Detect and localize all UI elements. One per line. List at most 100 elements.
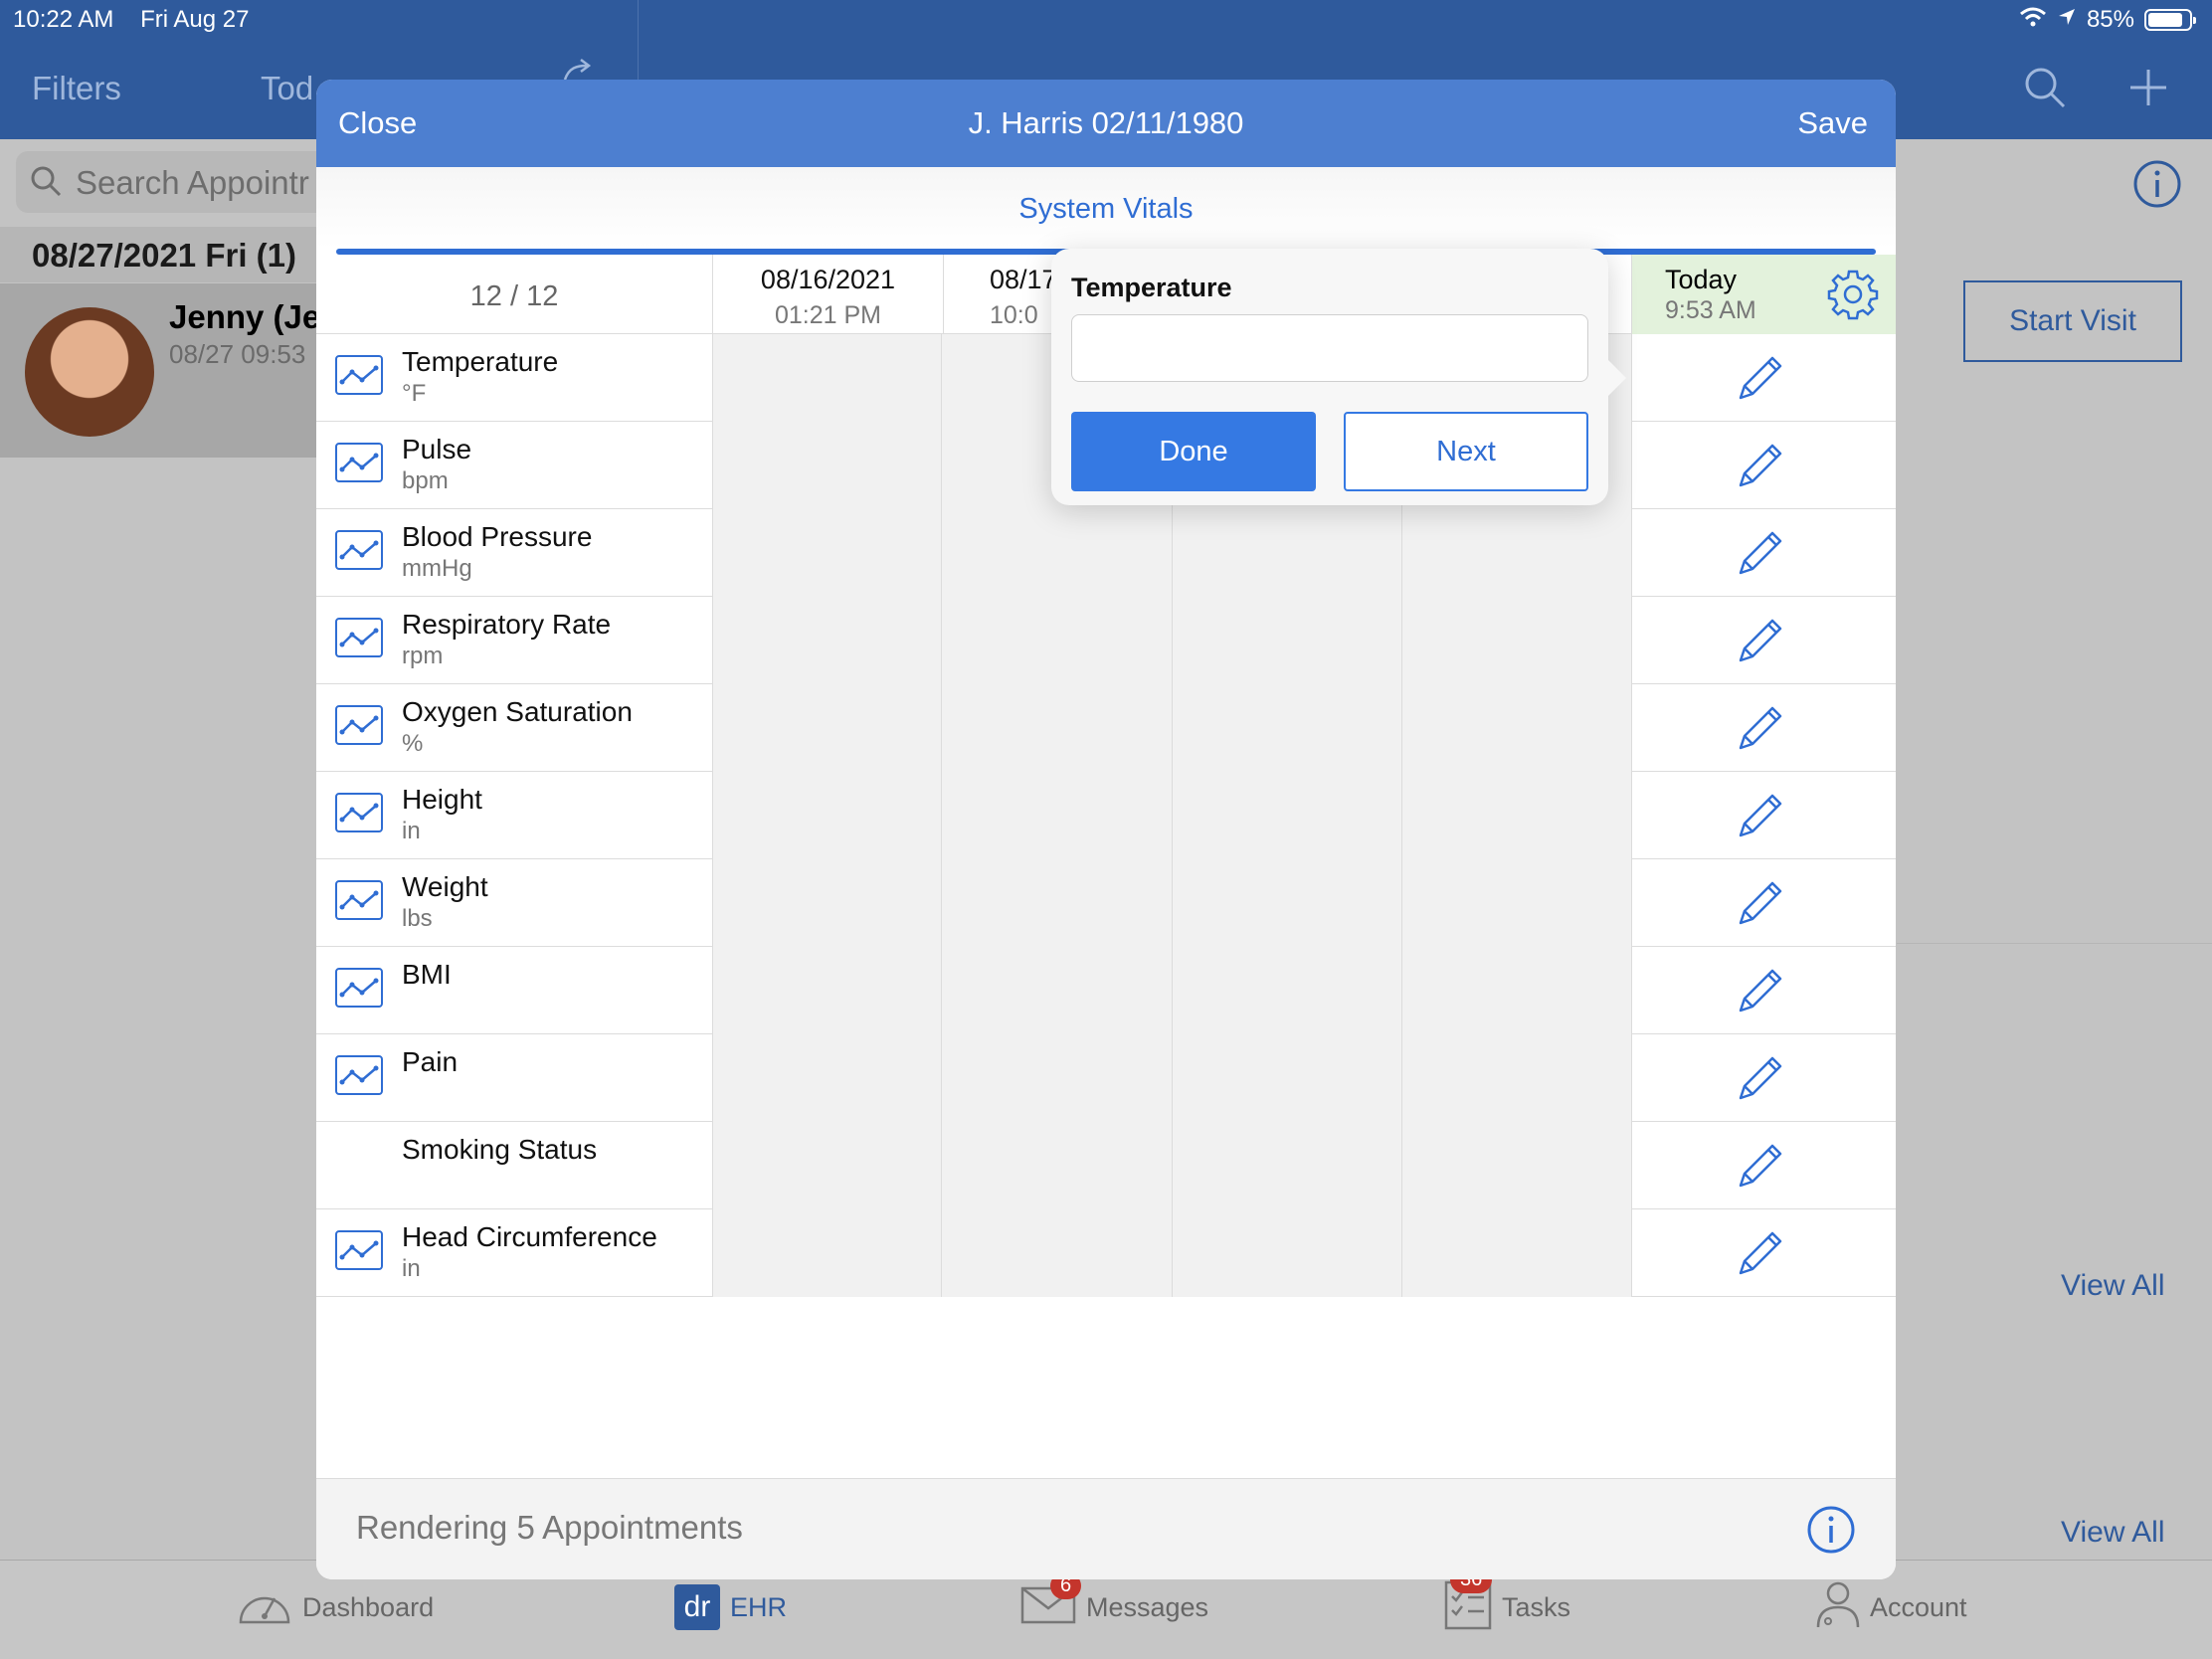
vital-label: Temperature <box>402 346 559 377</box>
doctor-icon <box>1816 1579 1860 1636</box>
trend-chart-icon[interactable] <box>334 1054 384 1101</box>
pencil-icon[interactable] <box>1735 615 1786 671</box>
column-divider <box>941 1122 942 1209</box>
filters-button[interactable]: Filters <box>32 70 121 107</box>
trend-chart-icon[interactable] <box>334 967 384 1014</box>
column-divider <box>941 597 942 684</box>
trend-chart-icon[interactable] <box>334 879 384 926</box>
save-button[interactable]: Save <box>1797 105 1868 141</box>
divider <box>1897 943 2212 944</box>
vital-label: Respiratory Rate <box>402 609 612 640</box>
column-divider <box>941 772 942 859</box>
today-button[interactable]: Tod <box>261 70 313 107</box>
pencil-icon[interactable] <box>1735 440 1786 496</box>
battery-icon <box>2144 9 2196 31</box>
avatar <box>25 307 154 437</box>
column-divider <box>1631 1122 1632 1209</box>
pencil-icon[interactable] <box>1735 352 1786 409</box>
next-button[interactable]: Next <box>1344 412 1588 491</box>
vital-label: Height <box>402 784 482 815</box>
vital-label: BMI <box>402 959 452 990</box>
start-visit-button[interactable]: Start Visit <box>1963 280 2182 362</box>
status-right: 85% <box>2019 6 2196 34</box>
vital-label: Oxygen Saturation <box>402 696 633 727</box>
done-button[interactable]: Done <box>1071 412 1316 491</box>
column-divider <box>1401 1122 1402 1209</box>
modal-footer: Rendering 5 Appointments <box>316 1478 1896 1579</box>
trend-chart-icon[interactable] <box>334 617 384 663</box>
column-divider <box>1631 1209 1632 1297</box>
tab-tasks[interactable]: 36 Tasks <box>1444 1566 1570 1632</box>
trend-chart-icon[interactable] <box>334 529 384 576</box>
trend-chart-icon[interactable] <box>334 354 384 401</box>
trend-chart-icon[interactable] <box>334 704 384 751</box>
column-divider <box>1401 509 1402 597</box>
add-icon[interactable] <box>2128 68 2168 112</box>
search-placeholder: Search Appointr <box>76 164 309 201</box>
pencil-icon[interactable] <box>1735 702 1786 759</box>
pencil-icon[interactable] <box>1735 1227 1786 1284</box>
temperature-popover: Temperature Done Next <box>1051 249 1626 505</box>
view-all-link-1[interactable]: View All <box>2061 1269 2165 1303</box>
info-icon[interactable] <box>2132 159 2182 214</box>
gear-icon[interactable] <box>1827 269 1879 325</box>
battery-fill <box>2148 13 2182 27</box>
pencil-icon[interactable] <box>1735 1052 1786 1109</box>
section-title: System Vitals <box>316 167 1896 249</box>
vital-row: Oxygen Saturation% <box>316 684 1896 772</box>
vital-label: Pulse <box>402 434 472 464</box>
temperature-input[interactable] <box>1071 314 1588 382</box>
tab-messages[interactable]: 6 Messages <box>1020 1571 1209 1632</box>
column-divider <box>941 509 942 597</box>
status-date: Fri Aug 27 <box>140 6 250 33</box>
search-icon[interactable] <box>2023 66 2067 114</box>
status-bar: 10:22 AM Fri Aug 27 85% <box>0 0 2212 40</box>
pencil-icon[interactable] <box>1735 527 1786 584</box>
trend-chart-icon[interactable] <box>334 1229 384 1276</box>
tab-account[interactable]: Account <box>1816 1581 1967 1632</box>
column-divider <box>712 859 713 947</box>
column-divider <box>712 422 713 509</box>
tab-label: EHR <box>730 1591 788 1622</box>
column-divider <box>1172 859 1173 947</box>
column-divider <box>1401 1209 1402 1297</box>
envelope-icon: 6 <box>1020 1571 1082 1631</box>
column-divider <box>1631 772 1632 859</box>
tab-dashboard[interactable]: Dashboard <box>237 1582 434 1632</box>
column-divider <box>941 334 942 422</box>
info-icon[interactable] <box>1806 1505 1856 1560</box>
pencil-icon[interactable] <box>1735 790 1786 846</box>
trend-chart-icon[interactable] <box>334 792 384 838</box>
vital-unit: °F <box>402 380 427 407</box>
column-divider <box>712 947 713 1034</box>
vital-row: Weight lbs <box>316 859 1896 947</box>
column-divider <box>1631 947 1632 1034</box>
footer-status: Rendering 5 Appointments <box>356 1509 743 1546</box>
search-icon <box>30 165 62 205</box>
pencil-icon[interactable] <box>1735 965 1786 1021</box>
column-time: 01:21 PM <box>774 301 881 329</box>
vital-unit: rpm <box>402 643 444 669</box>
column-divider <box>1401 684 1402 772</box>
checklist-icon: 36 <box>1444 1566 1493 1637</box>
column-divider <box>1401 772 1402 859</box>
tab-ehr[interactable]: dr EHR <box>674 1582 787 1632</box>
column-divider <box>1172 947 1173 1034</box>
pencil-icon[interactable] <box>1735 877 1786 934</box>
vital-label: Weight <box>402 871 488 902</box>
vital-row: Head Circumference in <box>316 1209 1896 1297</box>
vital-row: Smoking Status <box>316 1122 1896 1209</box>
vital-label: Head Circumference <box>402 1221 657 1252</box>
tab-label: Messages <box>1086 1591 1209 1622</box>
view-all-link-2[interactable]: View All <box>2061 1516 2165 1550</box>
column-divider <box>1631 422 1632 509</box>
vital-unit: lbs <box>402 905 433 932</box>
pencil-icon[interactable] <box>1735 1140 1786 1197</box>
location-arrow-icon <box>2057 6 2077 34</box>
trend-chart-icon[interactable] <box>334 442 384 488</box>
vital-label: Smoking Status <box>402 1134 598 1165</box>
column-header[interactable]: 08/16/2021 01:21 PM <box>712 255 943 334</box>
vital-row: Blood Pressure mmHg <box>316 509 1896 597</box>
vital-label: Pain <box>402 1046 459 1077</box>
vital-unit: mmHg <box>402 555 472 582</box>
